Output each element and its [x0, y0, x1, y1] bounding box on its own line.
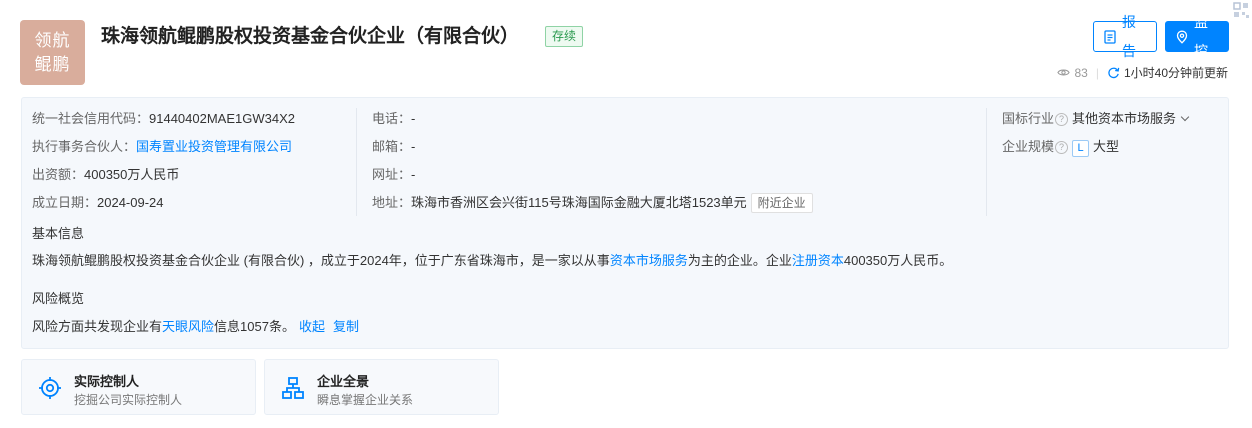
capital-row: 出资额：400350万人民币	[32, 166, 179, 184]
credit-code-row: 统一社会信用代码：91440402MAE1GW34X2	[32, 110, 295, 128]
address-value: 珠海市香洲区会兴街115号珠海国际金融大厦北塔1523单元	[411, 195, 747, 210]
address-label: 地址：	[372, 195, 412, 210]
column-divider	[356, 108, 357, 216]
industry-value[interactable]: 其他资本市场服务	[1072, 111, 1176, 126]
registered-capital-link[interactable]: 注册资本	[792, 253, 844, 268]
help-icon[interactable]: ?	[1055, 141, 1069, 154]
phone-row: 电话：-	[372, 110, 415, 128]
phone-label: 电话：	[372, 111, 412, 126]
meta-line: 83 | 1小时40分钟前更新	[1057, 64, 1228, 81]
card-subtitle: 挖掘公司实际控制人	[74, 393, 183, 407]
founded-row: 成立日期：2024-09-24	[32, 194, 164, 212]
view-count: 83	[1074, 65, 1088, 80]
scale-tag: L	[1072, 140, 1090, 157]
chevron-down-icon[interactable]	[1180, 112, 1190, 122]
founded-label: 成立日期：	[32, 195, 98, 210]
email-label: 邮箱：	[372, 139, 412, 154]
company-info-panel: 统一社会信用代码：91440402MAE1GW34X2 执行事务合伙人：国寿置业…	[21, 97, 1229, 349]
industry-label: 国标行业	[1002, 111, 1055, 126]
monitor-button[interactable]: 监控	[1165, 14, 1229, 59]
monitor-button-label: 监控	[1194, 13, 1208, 59]
qr-code-icon[interactable]	[1230, 0, 1252, 22]
company-header-page: 领航 鲲鹏 珠海领航鲲鹏股权投资基金合伙企业（有限合伙） 存续 报告 监控 83…	[0, 0, 1252, 428]
scale-value: 大型	[1093, 139, 1120, 154]
website-label: 网址：	[372, 167, 412, 182]
risk-text-2: 信息1057条。	[214, 319, 295, 334]
updated-time: 1小时40分钟前更新	[1123, 66, 1228, 80]
org-chart-icon	[282, 377, 304, 399]
help-icon[interactable]: ?	[1055, 113, 1069, 126]
target-icon	[39, 377, 61, 399]
risk-overview-title: 风险概览	[32, 291, 85, 306]
email-value: -	[411, 139, 416, 154]
scale-label: 企业规模	[1002, 139, 1055, 154]
risk-text-1: 风险方面共发现企业有	[32, 319, 163, 334]
report-button[interactable]: 报告	[1093, 14, 1157, 59]
meta-divider: |	[1095, 65, 1099, 80]
card-subtitle: 瞬息掌握企业关系	[317, 393, 414, 407]
email-row: 邮箱：-	[372, 138, 415, 156]
card-enterprise-panorama[interactable]: 企业全景 瞬息掌握企业关系	[264, 359, 499, 415]
phone-value: -	[411, 111, 416, 126]
risk-overview-text: 风险方面共发现企业有天眼风险信息1057条。 收起 复制	[32, 318, 359, 336]
tianyan-risk-link[interactable]: 天眼风险	[162, 319, 214, 334]
card-title: 企业全景	[317, 374, 370, 389]
industry-link[interactable]: 资本市场服务	[610, 253, 688, 268]
column-divider	[986, 108, 987, 216]
credit-code-value: 91440402MAE1GW34X2	[149, 111, 295, 126]
credit-code-label: 统一社会信用代码：	[32, 111, 150, 126]
basic-info-text: 珠海领航鲲鹏股权投资基金合伙企业 (有限合伙) ，成立于2024年，位于广东省珠…	[32, 252, 952, 270]
basic-text-3: 400350万人民币。	[843, 253, 953, 268]
collapse-link[interactable]: 收起	[299, 319, 325, 334]
nearby-companies-button[interactable]: 附近企业	[750, 193, 813, 213]
copy-link[interactable]: 复制	[333, 319, 359, 334]
basic-info-title: 基本信息	[32, 226, 85, 241]
capital-label: 出资额：	[32, 167, 85, 182]
status-badge: 存续	[545, 26, 584, 47]
website-row: 网址：-	[372, 166, 415, 184]
scale-row: 企业规模? L 大型	[1002, 138, 1119, 157]
industry-row: 国标行业? 其他资本市场服务	[1002, 110, 1190, 128]
refresh-icon[interactable]	[1107, 66, 1120, 79]
partner-label: 执行事务合伙人：	[32, 139, 137, 154]
founded-value: 2024-09-24	[97, 195, 164, 210]
location-pin-icon	[1176, 30, 1188, 44]
basic-text-2: 为主的企业。企业	[687, 253, 792, 268]
company-name: 珠海领航鲲鹏股权投资基金合伙企业（有限合伙）	[101, 26, 520, 47]
partner-link[interactable]: 国寿置业投资管理有限公司	[136, 139, 292, 154]
document-icon	[1104, 29, 1116, 44]
website-value: -	[411, 167, 416, 182]
logo-line-1: 领航	[34, 31, 71, 50]
card-actual-controller[interactable]: 实际控制人 挖掘公司实际控制人	[21, 359, 256, 415]
card-title: 实际控制人	[74, 374, 140, 389]
address-row: 地址：珠海市香洲区会兴街115号珠海国际金融大厦北塔1523单元 附近企业	[372, 193, 813, 213]
eye-icon	[1057, 69, 1071, 76]
company-logo: 领航 鲲鹏	[20, 20, 85, 85]
capital-value: 400350万人民币	[84, 167, 180, 182]
partner-row: 执行事务合伙人：国寿置业投资管理有限公司	[32, 138, 292, 156]
logo-line-2: 鲲鹏	[34, 55, 71, 74]
report-button-label: 报告	[1122, 13, 1136, 59]
basic-text-1: 珠海领航鲲鹏股权投资基金合伙企业 (有限合伙) ，成立于2024年，位于广东省珠…	[32, 253, 610, 268]
